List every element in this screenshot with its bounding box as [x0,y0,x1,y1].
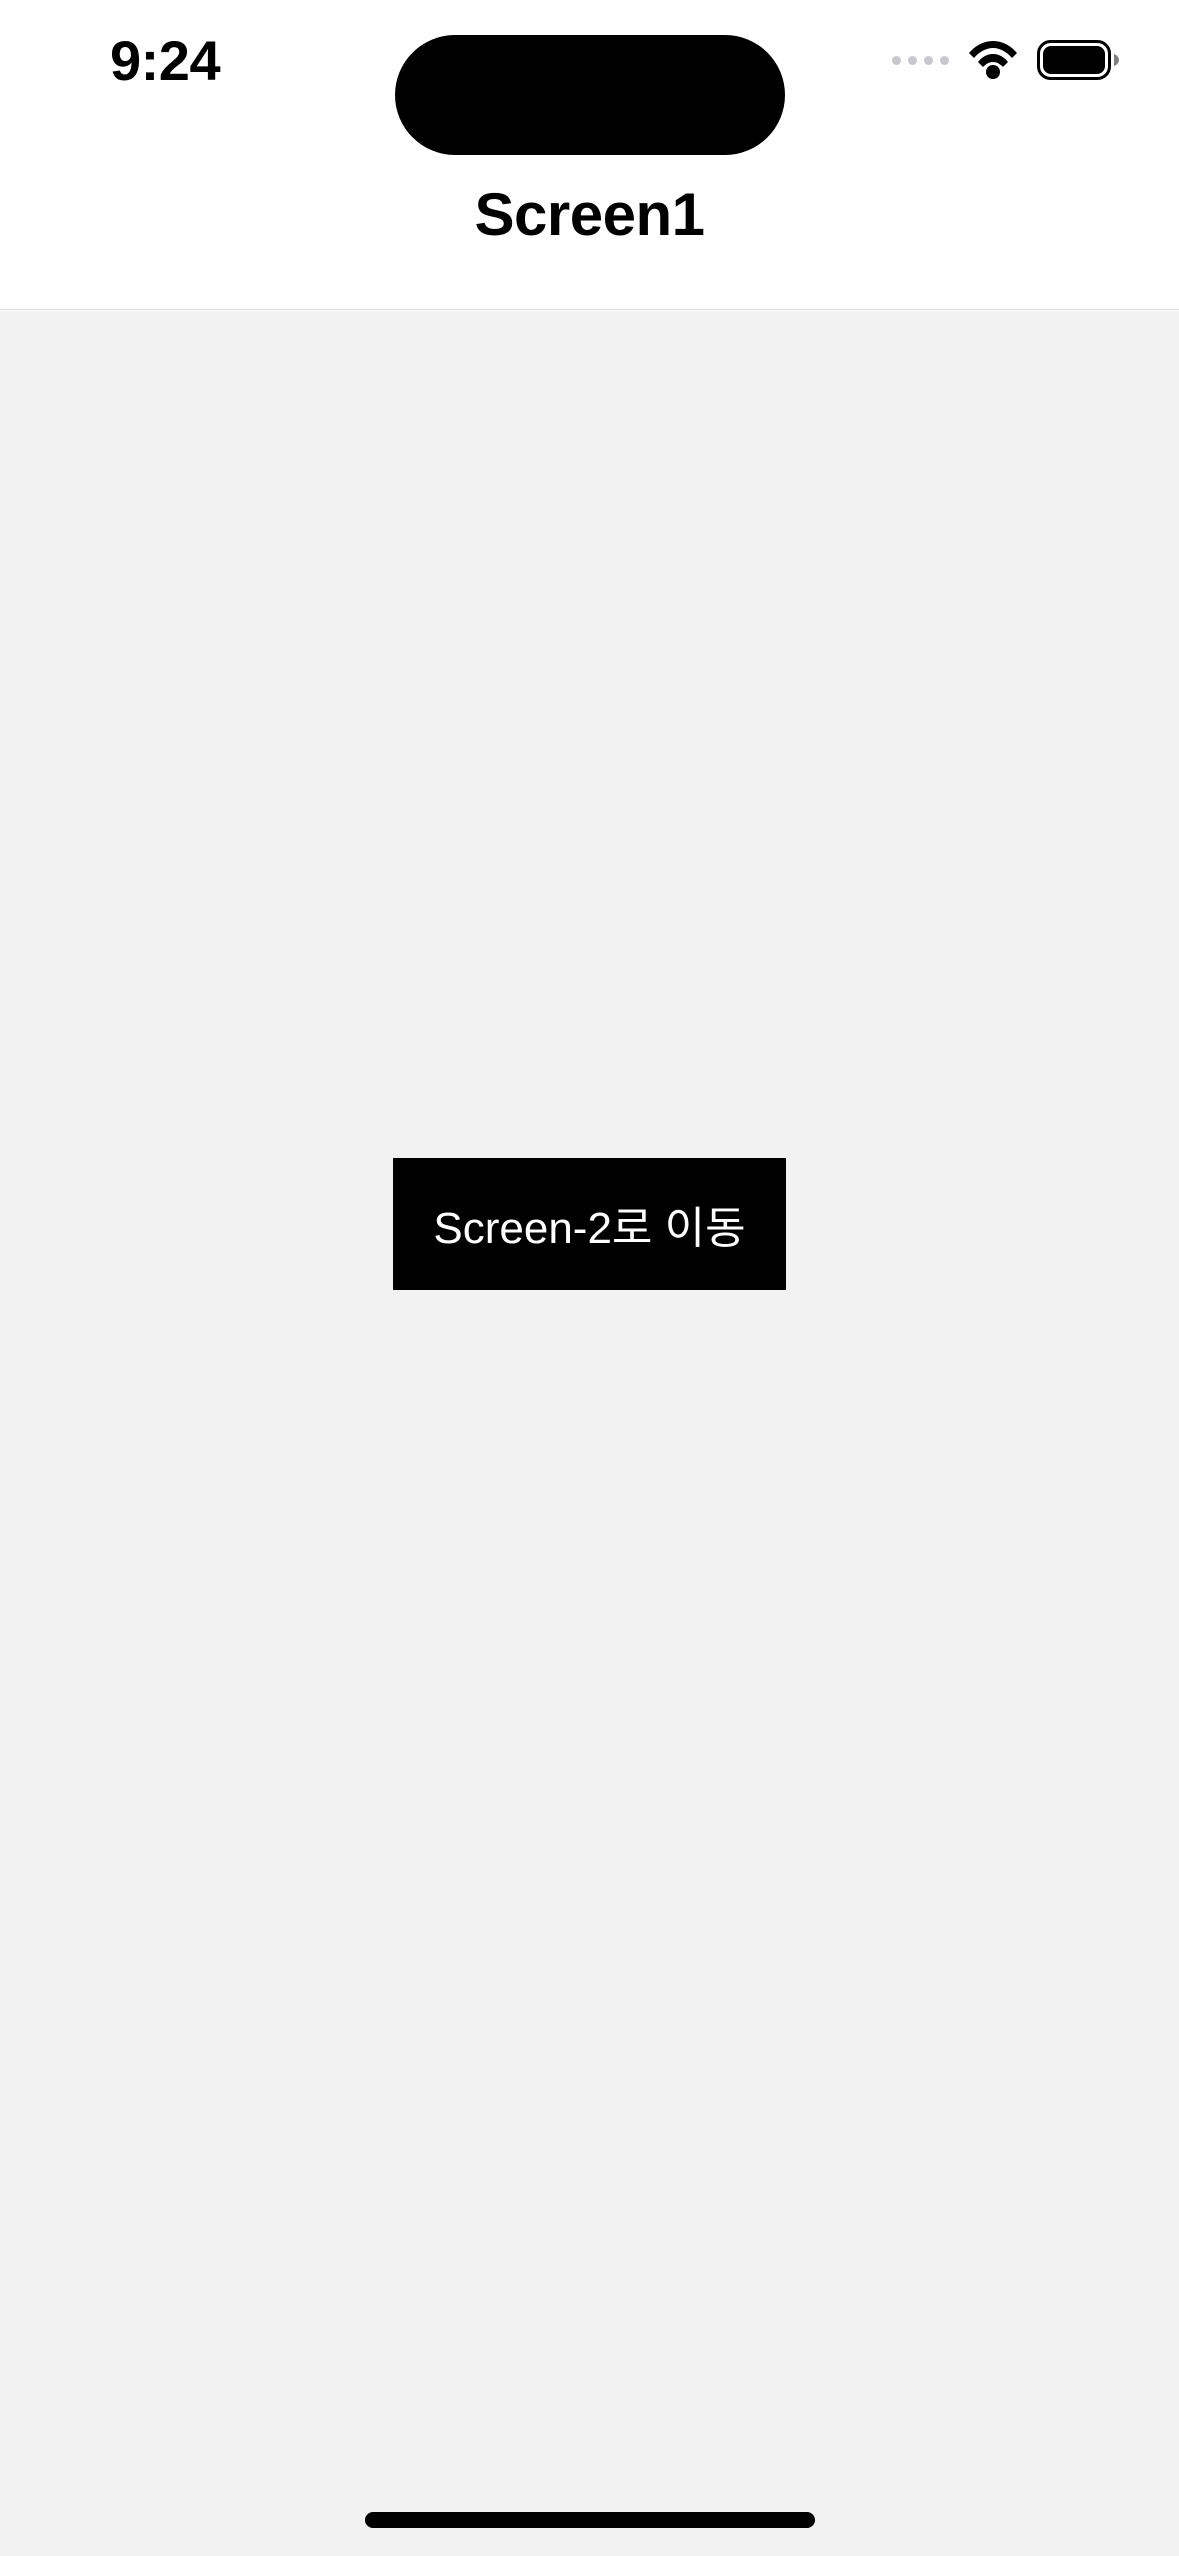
navigate-to-screen2-button[interactable]: Screen-2로 이동 [393,1158,785,1290]
cellular-signal-icon [892,56,949,65]
status-time: 9:24 [50,28,220,93]
page-title: Screen1 [475,180,705,249]
status-right [892,40,1129,80]
dynamic-island [395,35,785,155]
content-area: Screen-2로 이동 [0,311,1179,2556]
home-indicator[interactable] [365,2512,815,2528]
battery-icon [1037,40,1119,80]
wifi-icon [967,41,1019,79]
